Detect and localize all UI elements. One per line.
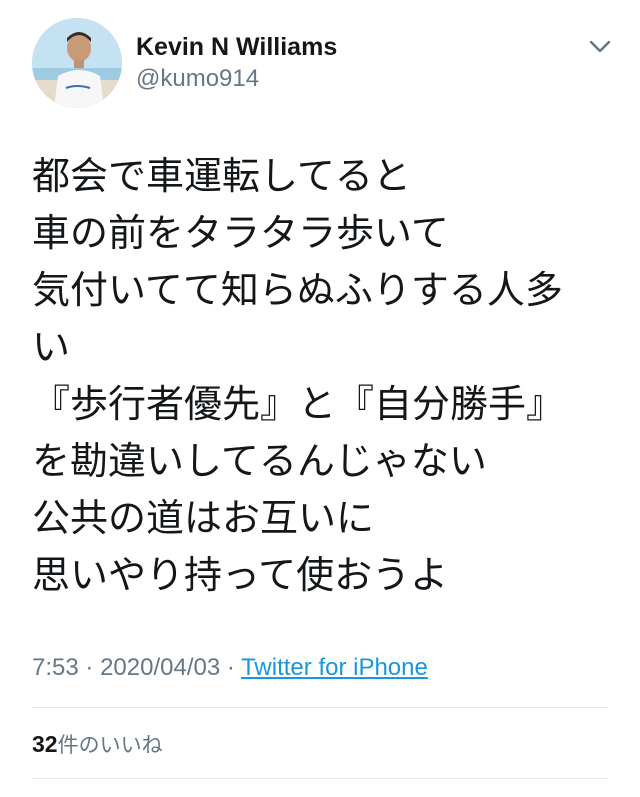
tweet-text-line: 思いやり持って使おうよ [32, 553, 449, 597]
meta-separator: · [85, 654, 94, 681]
tweet-text-line: 公共の道はお互いに [32, 496, 375, 540]
likes-label: 件のいいね [57, 733, 163, 757]
tweet-detail: Kevin N Williams @kumo914 都会で車運転してると 車の前… [0, 0, 640, 797]
display-name[interactable]: Kevin N Williams [136, 32, 337, 62]
tweet-text-line: を勘違いしてるんじゃない [32, 439, 487, 483]
tweet-header: Kevin N Williams @kumo914 [32, 18, 622, 110]
tweet-source-link[interactable]: Twitter for iPhone [241, 654, 428, 681]
tweet-meta: 7:53 · 2020/04/03 · Twitter for iPhone [32, 652, 428, 684]
profile-photo-icon [32, 18, 122, 108]
tweet-text-line: い [32, 325, 71, 369]
tweet-text-line: 車の前をタラタラ歩いて [32, 211, 449, 255]
tweet-text-line: 『歩行者優先』と『自分勝手』 [32, 382, 565, 426]
tweet-text-line: 気付いてて知らぬふりする人多 [32, 268, 563, 312]
author-names: Kevin N Williams @kumo914 [136, 32, 337, 94]
divider [32, 778, 608, 779]
meta-separator: · [226, 654, 235, 681]
likes-count: 32 [32, 731, 58, 757]
tweet-text: 都会で車運転してると 車の前をタラタラ歩いて 気付いてて知らぬふりする人多 い … [32, 148, 612, 604]
likes-stat[interactable]: 32件のいいね [32, 729, 163, 760]
user-handle[interactable]: @kumo914 [136, 64, 337, 94]
chevron-down-icon [589, 40, 611, 53]
tweet-time[interactable]: 7:53 [32, 654, 79, 681]
tweet-text-line: 都会で車運転してると [32, 154, 411, 198]
tweet-date[interactable]: 2020/04/03 [100, 654, 220, 681]
divider [32, 707, 608, 708]
avatar[interactable] [32, 18, 122, 108]
tweet-menu-button[interactable] [586, 36, 614, 58]
